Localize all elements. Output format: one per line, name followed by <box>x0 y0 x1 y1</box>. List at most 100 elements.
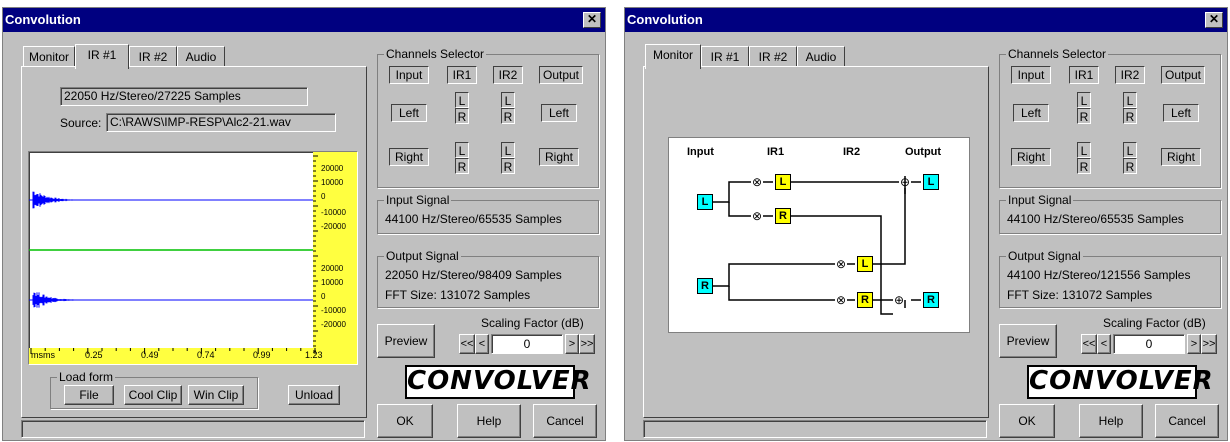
channel-output-button[interactable]: Output <box>1161 66 1205 84</box>
input-l-block: L <box>697 194 713 210</box>
lr-label: L <box>1123 142 1137 158</box>
lr-label: L <box>501 92 515 108</box>
scale-prev-button[interactable]: < <box>475 334 489 354</box>
input-right-button[interactable]: Right <box>1011 148 1051 166</box>
tab-ir1[interactable]: IR #1 <box>701 46 749 67</box>
tab-ir1[interactable]: IR #1 <box>75 44 129 69</box>
ir2-right-lr-toggle[interactable]: LR <box>1123 142 1137 176</box>
x-tick-label: msms <box>31 350 55 360</box>
channel-ir2-button[interactable]: IR2 <box>1115 66 1145 84</box>
diagram-header-output: Output <box>905 146 942 158</box>
window-title: Convolution <box>627 12 703 27</box>
help-button[interactable]: Help <box>1079 404 1143 438</box>
ir1-right-lr-toggle[interactable]: LR <box>1077 142 1091 176</box>
channel-ir1-button[interactable]: IR1 <box>447 66 477 84</box>
help-button[interactable]: Help <box>457 404 521 438</box>
waveform-trace <box>32 191 109 209</box>
tab-audio[interactable]: Audio <box>177 46 225 67</box>
lr-label: R <box>455 158 469 174</box>
multiply-icon: ⊗ <box>835 293 847 307</box>
input-right-button[interactable]: Right <box>389 148 429 166</box>
scale-last-button[interactable]: >> <box>1201 334 1217 354</box>
load-win-clip-button[interactable]: Win Clip <box>188 385 244 405</box>
signal-flow-diagram: Input IR1 IR2 Output L R L R L R L R ⊗ ⊗… <box>668 137 970 333</box>
diagram-header-input: Input <box>687 146 714 158</box>
multiply-icon: ⊗ <box>751 175 763 189</box>
ir2-right-lr-toggle[interactable]: LR <box>501 142 515 176</box>
source-path-display: C:\RAWS\IMP-RESP\Alc2-21.wav <box>106 113 336 132</box>
file-format-display: 22050 Hz/Stereo/27225 Samples <box>60 87 308 106</box>
output-left-button[interactable]: Left <box>541 104 577 122</box>
lr-label: L <box>1077 142 1091 158</box>
lr-label: R <box>455 108 469 124</box>
x-tick-label: 0.49 <box>141 350 159 360</box>
channel-output-button[interactable]: Output <box>539 66 583 84</box>
tab-audio[interactable]: Audio <box>797 46 845 67</box>
ir1-r-block: R <box>775 208 791 224</box>
ir2-left-lr-toggle[interactable]: LR <box>1123 92 1137 126</box>
preview-button[interactable]: Preview <box>999 324 1057 358</box>
lr-label: L <box>1077 92 1091 108</box>
unload-button[interactable]: Unload <box>288 385 340 405</box>
scale-first-button[interactable]: << <box>1081 334 1097 354</box>
ir1-l-block: L <box>775 174 791 190</box>
x-tick-label: 0.74 <box>197 350 215 360</box>
ir1-left-lr-toggle[interactable]: LR <box>1077 92 1091 126</box>
scale-next-button[interactable]: > <box>565 334 579 354</box>
y-tick-label: -10000 <box>321 208 346 217</box>
channel-ir1-button[interactable]: IR1 <box>1069 66 1099 84</box>
lr-label: L <box>501 142 515 158</box>
ir2-left-lr-toggle[interactable]: LR <box>501 92 515 126</box>
control-panel: Channels Selector Input IR1 IR2 Output L… <box>995 8 1225 442</box>
input-left-button[interactable]: Left <box>1013 104 1049 122</box>
cancel-button[interactable]: Cancel <box>1155 404 1219 438</box>
waveform-trace <box>32 292 109 308</box>
preview-button[interactable]: Preview <box>377 324 435 358</box>
scaling-factor-label: Scaling Factor (dB) <box>1103 316 1206 330</box>
ir1-tab-panel: 22050 Hz/Stereo/27225 Samples Source: C:… <box>21 66 367 418</box>
x-tick-label: 1.23 <box>305 350 323 360</box>
output-left-button[interactable]: Left <box>1163 104 1199 122</box>
lr-label: R <box>1123 108 1137 124</box>
scale-next-button[interactable]: > <box>1187 334 1201 354</box>
output-r-block: R <box>923 292 939 308</box>
output-right-button[interactable]: Right <box>1161 148 1201 166</box>
convolver-logo: CONVOLVER <box>1027 365 1213 399</box>
output-signal-label: Output Signal <box>1006 249 1083 263</box>
ir2-r-block: R <box>857 292 873 308</box>
tab-ir2[interactable]: IR #2 <box>749 46 797 67</box>
scale-last-button[interactable]: >> <box>579 334 595 354</box>
ir1-left-lr-toggle[interactable]: LR <box>455 92 469 126</box>
load-file-button[interactable]: File <box>64 385 114 405</box>
output-right-button[interactable]: Right <box>539 148 579 166</box>
y-tick-label: 0 <box>321 192 326 201</box>
channel-ir2-button[interactable]: IR2 <box>493 66 523 84</box>
scale-first-button[interactable]: << <box>459 334 475 354</box>
tab-ir2[interactable]: IR #2 <box>129 46 177 67</box>
ok-button[interactable]: OK <box>377 404 433 438</box>
load-form-label: Load form <box>57 370 116 384</box>
input-left-button[interactable]: Left <box>391 104 427 122</box>
channel-input-button[interactable]: Input <box>389 66 429 84</box>
scale-prev-button[interactable]: < <box>1097 334 1111 354</box>
multiply-icon: ⊗ <box>751 209 763 223</box>
output-signal-label: Output Signal <box>384 249 461 263</box>
waveform-chart <box>29 152 357 364</box>
tab-monitor[interactable]: Monitor <box>645 44 701 69</box>
y-tick-label: -20000 <box>321 320 346 329</box>
convolver-logo: CONVOLVER <box>405 365 591 399</box>
ir1-right-lr-toggle[interactable]: LR <box>455 142 469 176</box>
y-tick-label: -20000 <box>321 222 346 231</box>
channel-input-button[interactable]: Input <box>1011 66 1051 84</box>
tab-monitor[interactable]: Monitor <box>23 46 75 67</box>
input-signal-value: 44100 Hz/Stereo/65535 Samples <box>1007 212 1184 226</box>
load-cool-clip-button[interactable]: Cool Clip <box>124 385 182 405</box>
lr-label: R <box>501 108 515 124</box>
scaling-factor-input[interactable]: 0 <box>491 334 563 354</box>
cancel-button[interactable]: Cancel <box>533 404 597 438</box>
y-tick-label: 20000 <box>321 164 344 173</box>
scaling-factor-input[interactable]: 0 <box>1113 334 1185 354</box>
ok-button[interactable]: OK <box>999 404 1055 438</box>
input-signal-label: Input Signal <box>384 193 452 207</box>
lr-label: R <box>1123 158 1137 174</box>
